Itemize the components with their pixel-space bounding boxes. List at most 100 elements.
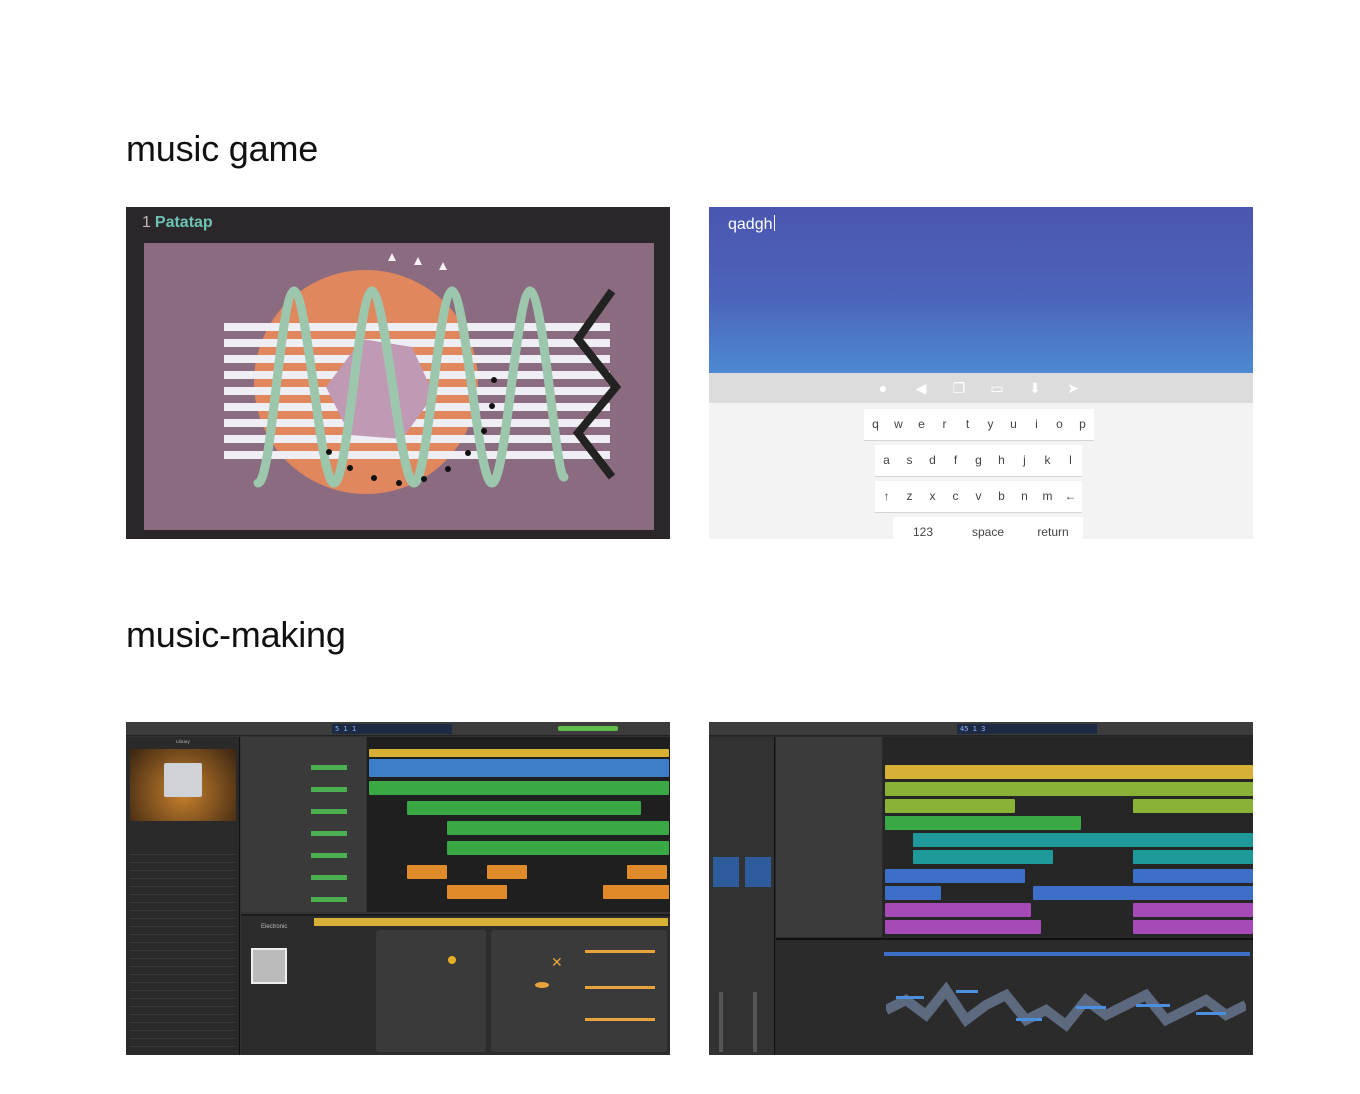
- key-c[interactable]: c: [944, 481, 967, 513]
- keyboard-text-area[interactable]: qadgh: [709, 207, 1253, 373]
- key-shift[interactable]: ↑: [875, 481, 898, 513]
- garageband-timeline[interactable]: [367, 737, 670, 912]
- key-k[interactable]: k: [1036, 445, 1059, 477]
- logic-region-backing-vocal-1: [885, 886, 941, 900]
- key-b[interactable]: b: [990, 481, 1013, 513]
- region-yellow: [369, 749, 669, 757]
- key-j[interactable]: j: [1013, 445, 1036, 477]
- keyboard-toolbar: ● ◀ ❐ ▭ ⬇ ➤: [709, 373, 1253, 403]
- key-r[interactable]: r: [933, 409, 956, 441]
- region-orange-2: [487, 865, 527, 879]
- garageband-toolbar: 5 1 1: [126, 722, 670, 736]
- key-a[interactable]: a: [875, 445, 898, 477]
- logic-region-guitar-2: [1133, 903, 1253, 917]
- send-icon[interactable]: ➤: [1055, 375, 1091, 401]
- drum-machine-image: [130, 749, 236, 821]
- garageband-screenshot[interactable]: 5 1 1 Library Electronic ✕: [126, 722, 670, 1055]
- key-i[interactable]: i: [1025, 409, 1048, 441]
- key-space[interactable]: space: [953, 517, 1023, 539]
- logic-inspector: [709, 737, 775, 1055]
- key-e[interactable]: e: [910, 409, 933, 441]
- copy-icon[interactable]: ❐: [941, 375, 977, 401]
- logic-region-synth-pad: [885, 782, 1253, 796]
- region-blue: [369, 759, 669, 777]
- logic-region-lead-vocal-1: [885, 869, 1025, 883]
- key-123[interactable]: 123: [893, 517, 953, 539]
- patatap-title: 1 Patatap: [142, 214, 213, 231]
- logic-flex-pitch-editor[interactable]: [776, 938, 1253, 1055]
- key-l[interactable]: l: [1059, 445, 1082, 477]
- section-title-music-making: music-making: [126, 614, 346, 655]
- garageband-lcd: 5 1 1: [332, 724, 452, 734]
- drum-kit-panel[interactable]: ✕: [491, 930, 667, 1052]
- region-green-1: [369, 781, 669, 795]
- key-y[interactable]: y: [979, 409, 1002, 441]
- region-orange-3: [627, 865, 667, 879]
- section-title-music-game: music game: [126, 128, 319, 169]
- garageband-track-headers: [241, 737, 366, 912]
- key-n[interactable]: n: [1013, 481, 1036, 513]
- logic-lcd: 45 1 3: [957, 724, 1097, 734]
- onscreen-keyboard: q w e r t y u i o p a s d f g h j k l ↑ …: [709, 403, 1253, 539]
- logic-region-backing-vocal-2: [1033, 886, 1253, 900]
- patch-category: Electronic: [261, 924, 288, 930]
- key-backspace[interactable]: ←: [1059, 481, 1082, 513]
- logic-region-drum-machine-1: [913, 850, 1053, 864]
- logic-region-funk-bass-2: [1133, 920, 1253, 934]
- region-orange-1: [407, 865, 447, 879]
- logic-region-vintage-b3-1: [885, 799, 1015, 813]
- key-t[interactable]: t: [956, 409, 979, 441]
- patatap-canvas[interactable]: [144, 243, 654, 530]
- key-z[interactable]: z: [898, 481, 921, 513]
- zigzag-line: [572, 288, 622, 480]
- artist-avatar: [251, 948, 287, 984]
- volume-slider[interactable]: [558, 726, 618, 731]
- text-caret: [773, 215, 775, 231]
- pitch-waveform: [886, 981, 1246, 1032]
- cymbal-icon: ✕: [551, 954, 563, 970]
- keyboard-app-screenshot[interactable]: qadgh ● ◀ ❐ ▭ ⬇ ➤ q w e r t y u i o p a …: [709, 207, 1253, 539]
- key-o[interactable]: o: [1048, 409, 1071, 441]
- info-icon[interactable]: ●: [865, 375, 901, 401]
- key-g[interactable]: g: [967, 445, 990, 477]
- key-return[interactable]: return: [1023, 517, 1083, 539]
- key-v[interactable]: v: [967, 481, 990, 513]
- patatap-animation: [224, 253, 622, 494]
- logic-region-electric-piano: [913, 833, 1253, 847]
- logic-region-vintage-b3-2: [1133, 799, 1253, 813]
- garageband-smart-controls: Electronic ✕: [241, 914, 670, 1055]
- region-green-4: [447, 841, 669, 855]
- key-w[interactable]: w: [887, 409, 910, 441]
- logic-region-drummer: [885, 765, 1253, 779]
- key-m[interactable]: m: [1036, 481, 1059, 513]
- library-label: Library: [176, 739, 190, 744]
- key-h[interactable]: h: [990, 445, 1013, 477]
- small-triangles: [388, 253, 447, 270]
- key-s[interactable]: s: [898, 445, 921, 477]
- typed-text: qadgh: [728, 215, 775, 233]
- download-icon[interactable]: ⬇: [1017, 375, 1053, 401]
- region-green-2: [407, 801, 641, 815]
- patatap-screenshot[interactable]: 1 Patatap: [126, 207, 670, 539]
- xy-pad[interactable]: [376, 930, 486, 1052]
- region-green-3: [447, 821, 669, 835]
- garageband-library: Library: [126, 737, 240, 1055]
- region-orange-5: [603, 885, 669, 899]
- key-x[interactable]: x: [921, 481, 944, 513]
- region-orange-4: [447, 885, 507, 899]
- logic-track-headers: [776, 737, 882, 937]
- logic-pro-screenshot[interactable]: 45 1 3: [709, 722, 1253, 1055]
- key-f[interactable]: f: [944, 445, 967, 477]
- key-p[interactable]: p: [1071, 409, 1094, 441]
- key-q[interactable]: q: [864, 409, 887, 441]
- drummer-region: [314, 918, 668, 926]
- logic-region-lead-vocal-2: [1133, 869, 1253, 883]
- key-u[interactable]: u: [1002, 409, 1025, 441]
- logic-toolbar: 45 1 3: [709, 722, 1253, 736]
- speaker-icon[interactable]: ◀: [903, 375, 939, 401]
- library-list[interactable]: [130, 847, 236, 1047]
- key-d[interactable]: d: [921, 445, 944, 477]
- logic-tracks-area[interactable]: [883, 737, 1253, 937]
- logic-region-crunchy-synth: [885, 816, 1081, 830]
- clipboard-icon[interactable]: ▭: [979, 375, 1015, 401]
